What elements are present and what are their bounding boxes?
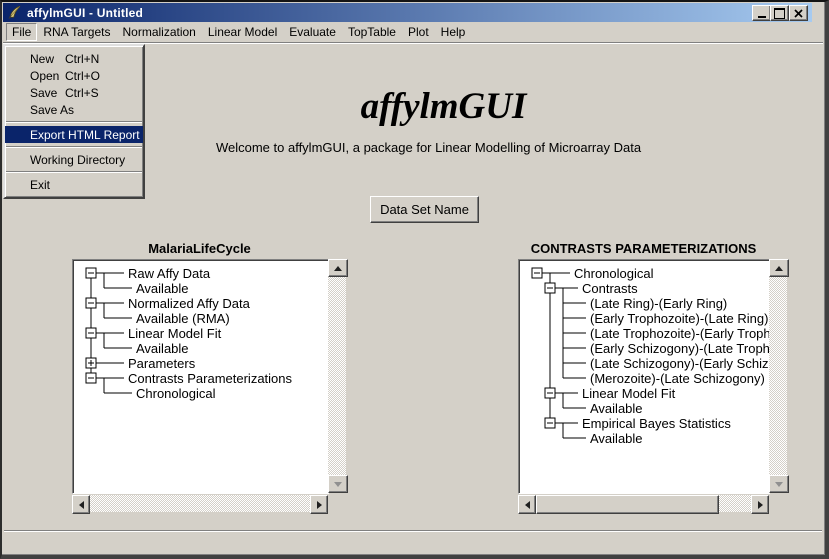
right-tree-item-late-ring-early-ring[interactable]: (Late Ring)-(Early Ring) bbox=[590, 296, 727, 311]
menubar-item-toptable[interactable]: TopTable bbox=[342, 23, 402, 41]
arrow-right-icon bbox=[317, 501, 322, 509]
file-menu-item-save-as[interactable]: Save As bbox=[5, 101, 143, 118]
maximize-icon bbox=[774, 8, 785, 19]
menu-item-accelerator: Ctrl+O bbox=[65, 69, 100, 83]
right-tree-title: CONTRASTS PARAMETERIZATIONS bbox=[518, 241, 769, 256]
left-tree-horizontal-scrollbar[interactable] bbox=[72, 495, 328, 512]
file-menu-item-working-directory[interactable]: Working Directory bbox=[5, 151, 143, 168]
right-tree-item-chronological[interactable]: Chronological bbox=[574, 266, 654, 281]
right-tree-item-late-schizogony-early-schiz[interactable]: (Late Schizogony)-(Early Schiz bbox=[590, 356, 768, 371]
right-tree-horizontal-scrollbar[interactable] bbox=[518, 495, 769, 512]
right-tree-item-early-schizogony-late-troph[interactable]: (Early Schizogony)-(Late Troph bbox=[590, 341, 770, 356]
menu-separator bbox=[6, 121, 142, 123]
close-button[interactable] bbox=[789, 5, 808, 21]
window-title: affylmGUI - Untitled bbox=[27, 6, 143, 20]
minimize-button[interactable] bbox=[752, 5, 771, 21]
scroll-down-button[interactable] bbox=[769, 475, 789, 493]
menubar-item-evaluate[interactable]: Evaluate bbox=[283, 23, 342, 41]
left-tree-panel: Raw Affy DataAvailableNormalized Affy Da… bbox=[72, 259, 329, 494]
left-tree-item-normalized-affy-data[interactable]: Normalized Affy Data bbox=[128, 296, 250, 311]
right-tree-item-empirical-bayes-statistics[interactable]: Empirical Bayes Statistics bbox=[582, 416, 731, 431]
menubar-item-rna-targets[interactable]: RNA Targets bbox=[37, 23, 116, 41]
menu-item-label: Export HTML Report bbox=[30, 128, 135, 142]
scroll-right-button[interactable] bbox=[310, 495, 328, 514]
menu-item-label: Exit bbox=[30, 178, 65, 192]
right-tree-item-available[interactable]: Available bbox=[590, 401, 643, 416]
menu-separator bbox=[6, 171, 142, 173]
menu-separator bbox=[6, 146, 142, 148]
close-icon bbox=[794, 9, 803, 18]
menubar: FileRNA TargetsNormalizationLinear Model… bbox=[3, 22, 823, 43]
welcome-text: Welcome to affylmGUI, a package for Line… bbox=[28, 140, 829, 155]
scroll-right-button[interactable] bbox=[751, 495, 769, 514]
minimize-icon bbox=[758, 16, 766, 18]
right-tree-item-late-trophozoite-early-troph[interactable]: (Late Trophozoite)-(Early Troph bbox=[590, 326, 770, 341]
file-menu: NewCtrl+NOpenCtrl+OSaveCtrl+SSave AsExpo… bbox=[3, 44, 145, 199]
arrow-down-icon bbox=[334, 482, 342, 487]
data-set-name-button[interactable]: Data Set Name bbox=[370, 196, 479, 223]
scroll-up-button[interactable] bbox=[328, 259, 348, 277]
right-tree-vertical-scrollbar[interactable] bbox=[769, 259, 787, 493]
right-tree-item-merozoite-late-schizogony[interactable]: (Merozoite)-(Late Schizogony) bbox=[590, 371, 765, 386]
file-menu-item-save[interactable]: SaveCtrl+S bbox=[5, 84, 143, 101]
titlebar: affylmGUI - Untitled bbox=[3, 3, 812, 22]
arrow-up-icon bbox=[775, 266, 783, 271]
file-menu-item-export-html-report[interactable]: Export HTML Report bbox=[5, 126, 143, 143]
menubar-item-help[interactable]: Help bbox=[435, 23, 472, 41]
left-tree-item-chronological[interactable]: Chronological bbox=[136, 386, 216, 401]
left-tree-item-available[interactable]: Available bbox=[136, 281, 189, 296]
menubar-item-plot[interactable]: Plot bbox=[402, 23, 435, 41]
right-tree-panel: ChronologicalContrasts(Late Ring)-(Early… bbox=[518, 259, 770, 494]
menu-item-label: New bbox=[30, 52, 65, 66]
left-tree-item-raw-affy-data[interactable]: Raw Affy Data bbox=[128, 266, 210, 281]
right-tree-item-contrasts[interactable]: Contrasts bbox=[582, 281, 638, 296]
menu-item-label: Save As bbox=[30, 103, 74, 117]
arrow-left-icon bbox=[525, 501, 530, 509]
menu-item-label: Working Directory bbox=[30, 153, 125, 167]
left-tree-title: MalariaLifeCycle bbox=[72, 241, 327, 256]
bottom-divider bbox=[4, 530, 822, 532]
right-tree-item-linear-model-fit[interactable]: Linear Model Fit bbox=[582, 386, 675, 401]
file-menu-item-new[interactable]: NewCtrl+N bbox=[5, 50, 143, 67]
scroll-up-button[interactable] bbox=[769, 259, 789, 277]
arrow-down-icon bbox=[775, 482, 783, 487]
left-tree-item-available-rma[interactable]: Available (RMA) bbox=[136, 311, 230, 326]
app-title: affylmGUI bbox=[58, 85, 829, 128]
menu-item-label: Open bbox=[30, 69, 65, 83]
left-tree-item-parameters[interactable]: Parameters bbox=[128, 356, 195, 371]
feather-icon[interactable] bbox=[7, 5, 22, 20]
affylmgui-window: affylmGUI - Untitled FileRNA TargetsNorm… bbox=[0, 0, 829, 559]
left-tree-item-linear-model-fit[interactable]: Linear Model Fit bbox=[128, 326, 221, 341]
menubar-item-file[interactable]: File bbox=[6, 23, 37, 41]
menu-item-accelerator: Ctrl+S bbox=[65, 86, 99, 100]
scroll-left-button[interactable] bbox=[72, 495, 90, 514]
left-tree-item-contrasts-parameterizations[interactable]: Contrasts Parameterizations bbox=[128, 371, 292, 386]
menubar-item-linear-model[interactable]: Linear Model bbox=[202, 23, 283, 41]
arrow-right-icon bbox=[758, 501, 763, 509]
arrow-left-icon bbox=[79, 501, 84, 509]
menu-item-accelerator: Ctrl+N bbox=[65, 52, 99, 66]
file-menu-item-exit[interactable]: Exit bbox=[5, 176, 143, 193]
menu-item-label: Save bbox=[30, 86, 65, 100]
left-tree-vertical-scrollbar[interactable] bbox=[328, 259, 346, 493]
scrollbar-thumb[interactable] bbox=[536, 495, 719, 514]
maximize-button[interactable] bbox=[770, 5, 789, 21]
scroll-down-button[interactable] bbox=[328, 475, 348, 493]
right-tree-item-available[interactable]: Available bbox=[590, 431, 643, 446]
right-tree-item-early-trophozoite-late-ring[interactable]: (Early Trophozoite)-(Late Ring) bbox=[590, 311, 768, 326]
menubar-item-normalization[interactable]: Normalization bbox=[117, 23, 202, 41]
left-tree-item-available[interactable]: Available bbox=[136, 341, 189, 356]
file-menu-item-open[interactable]: OpenCtrl+O bbox=[5, 67, 143, 84]
arrow-up-icon bbox=[334, 266, 342, 271]
scroll-left-button[interactable] bbox=[518, 495, 536, 514]
